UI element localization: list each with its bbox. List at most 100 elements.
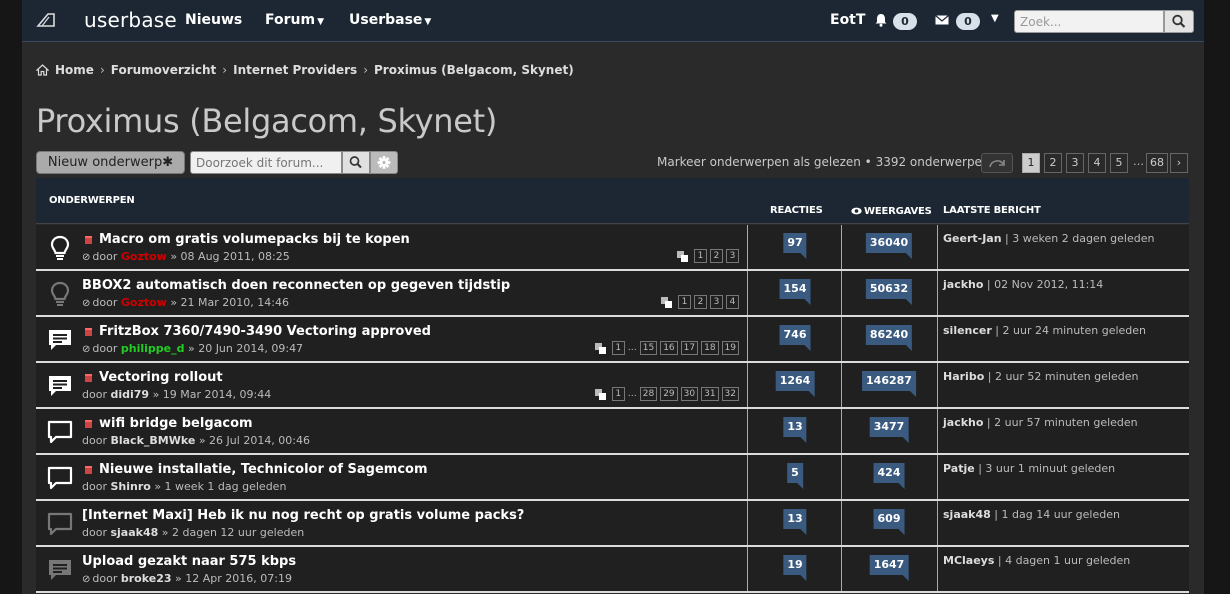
last-post-user[interactable]: silencer: [943, 324, 992, 337]
topic-author[interactable]: Goztow: [121, 296, 167, 309]
jump-to-page-button[interactable]: [981, 153, 1013, 173]
topic-page-link[interactable]: 16: [660, 341, 678, 355]
last-post-user[interactable]: Geert-Jan: [943, 232, 1002, 245]
topic-row[interactable]: FritzBox 7360/7490-3490 Vectoring approv…: [36, 317, 1189, 363]
topic-title[interactable]: BBOX2 automatisch doen reconnecten op ge…: [82, 278, 510, 293]
topic-page-link[interactable]: 1: [611, 387, 625, 401]
topic-title[interactable]: [Internet Maxi] Heb ik nu nog recht op g…: [82, 508, 524, 523]
topic-title[interactable]: wifi bridge belgacom: [99, 416, 253, 431]
topic-title[interactable]: Nieuwe installatie, Technicolor of Sagem…: [99, 462, 428, 477]
topic-page-link[interactable]: 19: [721, 341, 739, 355]
breadcrumb-forumoverzicht[interactable]: Forumoverzicht: [111, 63, 217, 77]
topic-page-link[interactable]: 2: [694, 295, 707, 309]
nav-nieuws[interactable]: Nieuws: [185, 12, 242, 28]
topic-page-link[interactable]: 32: [721, 387, 739, 401]
pagination-page-3[interactable]: 3: [1066, 153, 1084, 173]
forum-search-button[interactable]: [342, 151, 370, 174]
topic-page-link[interactable]: 30: [680, 387, 699, 401]
last-post-time[interactable]: | 3 uur 1 minuut geleden: [978, 462, 1115, 475]
topic-author[interactable]: Shinro: [110, 480, 150, 493]
site-logo[interactable]: userbase: [84, 8, 177, 32]
envelope-icon[interactable]: [935, 13, 949, 27]
last-post-time[interactable]: | 2 uur 52 minuten geleden: [988, 370, 1139, 383]
topic-page-link[interactable]: 1: [611, 341, 625, 355]
topic-title[interactable]: Vectoring rollout: [99, 370, 223, 385]
user-menu-caret-icon[interactable]: ▼: [991, 13, 999, 24]
nav-forum[interactable]: Forum ▼: [265, 12, 324, 28]
topic-by-label: door: [82, 480, 107, 493]
topic-row[interactable]: [Internet Maxi] Heb ik nu nog recht op g…: [36, 501, 1189, 547]
pagination-page-4[interactable]: 4: [1088, 153, 1106, 173]
topic-row[interactable]: Upload gezakt naar 575 kbps ⊘ door broke23…: [36, 547, 1189, 593]
topic-page-link[interactable]: 4: [726, 295, 739, 309]
topic-page-link[interactable]: 31: [701, 387, 719, 401]
topic-page-link[interactable]: 3: [710, 295, 723, 309]
breadcrumb-internet-providers[interactable]: Internet Providers: [233, 63, 357, 77]
breadcrumb-current-forum[interactable]: Proximus (Belgacom, Skynet): [374, 63, 574, 77]
last-post-user[interactable]: MClaeys: [943, 554, 994, 567]
new-topic-button[interactable]: Nieuw onderwerp✱: [36, 151, 185, 174]
topic-title[interactable]: Upload gezakt naar 575 kbps: [82, 554, 296, 569]
last-post-time[interactable]: | 1 dag 14 uur geleden: [994, 508, 1120, 521]
last-post-info: MClaeys | 4 dagen 1 uur geleden: [943, 554, 1130, 567]
topic-row[interactable]: Macro om gratis volumepacks bij te kopen…: [36, 225, 1189, 271]
last-post-time[interactable]: | 3 weken 2 dagen geleden: [1005, 232, 1154, 245]
topic-title[interactable]: FritzBox 7360/7490-3490 Vectoring approv…: [99, 324, 431, 339]
pagination-page-2[interactable]: 2: [1044, 153, 1062, 173]
topic-page-link[interactable]: 2: [710, 249, 723, 263]
mark-read-link[interactable]: Markeer onderwerpen als gelezen • 3392 o…: [657, 155, 990, 169]
last-post-user[interactable]: jackho: [943, 416, 983, 429]
pagination-page-5[interactable]: 5: [1110, 153, 1128, 173]
username-link[interactable]: EotT: [830, 12, 865, 28]
column-divider: [937, 271, 938, 315]
last-post-user[interactable]: Patje: [943, 462, 975, 475]
topic-title[interactable]: Macro om gratis volumepacks bij te kopen: [99, 232, 410, 247]
topic-author[interactable]: sjaak48: [110, 526, 158, 539]
nav-userbase[interactable]: Userbase ▼: [349, 12, 431, 28]
site-search-input[interactable]: [1014, 10, 1164, 33]
last-post-time[interactable]: | 2 uur 24 minuten geleden: [995, 324, 1146, 337]
topic-row[interactable]: wifi bridge belgacom door Black_BMWke » 2…: [36, 409, 1189, 455]
chat-outline-icon: [47, 466, 73, 490]
logo-icon[interactable]: [36, 11, 56, 29]
view-count-badge: 424: [873, 463, 905, 489]
topic-author[interactable]: didi79: [110, 388, 149, 401]
topic-page-link[interactable]: 1: [694, 249, 707, 263]
topic-author[interactable]: Goztow: [121, 250, 167, 263]
page-title[interactable]: Proximus (Belgacom, Skynet): [36, 102, 497, 140]
topic-author[interactable]: philippe_d: [121, 342, 185, 355]
topic-row[interactable]: BBOX2 automatisch doen reconnecten op ge…: [36, 271, 1189, 317]
topic-page-link[interactable]: 29: [660, 387, 678, 401]
last-post-time[interactable]: | 02 Nov 2012, 11:14: [987, 278, 1103, 291]
site-search-button[interactable]: [1164, 10, 1194, 33]
topic-page-link[interactable]: 15: [639, 341, 658, 355]
last-post-time[interactable]: | 4 dagen 1 uur geleden: [998, 554, 1130, 567]
pagination-page-last[interactable]: 68: [1146, 153, 1168, 173]
last-post-user[interactable]: sjaak48: [943, 508, 991, 521]
header-topics: ONDERWERPEN: [49, 195, 135, 206]
notifications-badge[interactable]: 0: [893, 13, 917, 30]
topic-page-link[interactable]: 1: [678, 295, 691, 309]
pagination-page-1[interactable]: 1: [1022, 153, 1040, 173]
topic-row[interactable]: Vectoring rollout door didi79 » 19 Mar 20…: [36, 363, 1189, 409]
topic-page-link[interactable]: 18: [701, 341, 719, 355]
home-icon[interactable]: [36, 64, 49, 76]
bell-icon[interactable]: [874, 13, 888, 27]
breadcrumb-home[interactable]: Home: [55, 63, 94, 77]
topic-by-label: door: [92, 250, 118, 263]
pagination-next-button[interactable]: ›: [1170, 153, 1188, 173]
column-divider: [937, 409, 938, 453]
topic-page-link[interactable]: 28: [639, 387, 658, 401]
last-post-time[interactable]: | 2 uur 57 minuten geleden: [987, 416, 1138, 429]
topic-page-link[interactable]: 17: [680, 341, 699, 355]
topic-page-link[interactable]: 3: [726, 249, 739, 263]
view-count-badge: 1647: [869, 555, 909, 581]
topic-row[interactable]: Nieuwe installatie, Technicolor of Sagem…: [36, 455, 1189, 501]
advanced-search-button[interactable]: [370, 151, 398, 174]
topic-author[interactable]: Black_BMWke: [110, 434, 195, 447]
messages-badge[interactable]: 0: [956, 13, 980, 30]
topic-author[interactable]: broke23: [121, 572, 172, 585]
last-post-user[interactable]: Haribo: [943, 370, 984, 383]
last-post-user[interactable]: jackho: [943, 278, 983, 291]
forum-search-input[interactable]: [190, 151, 342, 174]
